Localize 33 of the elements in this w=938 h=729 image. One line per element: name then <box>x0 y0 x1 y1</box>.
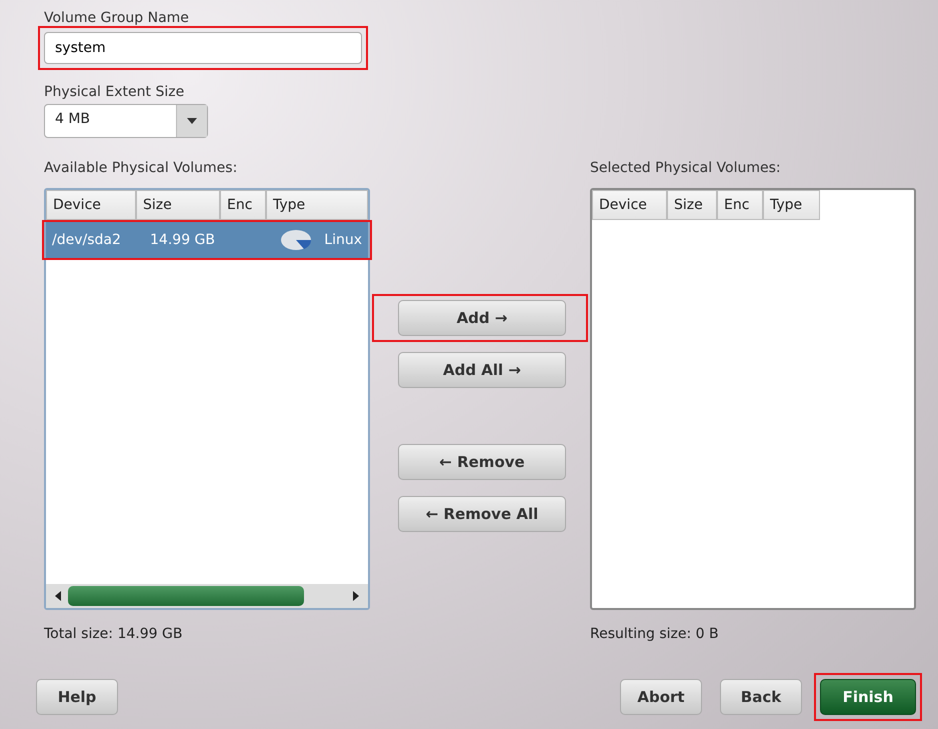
transfer-button[interactable]: ← Remove <box>398 444 566 480</box>
column-header[interactable]: Type <box>763 190 820 220</box>
column-header[interactable]: Enc <box>220 190 266 220</box>
dialog-button[interactable]: Abort <box>620 679 702 715</box>
volume-row[interactable]: /dev/sda2 14.99 GB Linux <box>46 222 368 258</box>
horizontal-scrollbar[interactable] <box>46 584 368 608</box>
disk-icon <box>280 229 312 251</box>
transfer-button[interactable]: Add → <box>398 300 566 336</box>
list-label: Selected Physical Volumes: <box>590 160 782 176</box>
scroll-right-icon[interactable] <box>352 591 360 601</box>
resulting-size-text: Resulting size: 0 B <box>590 626 720 642</box>
dialog-button[interactable]: Back <box>720 679 802 715</box>
column-header[interactable]: Enc <box>717 190 763 220</box>
column-header[interactable]: Device <box>46 190 136 220</box>
dialog-button[interactable]: Finish <box>820 679 916 715</box>
column-header[interactable]: Size <box>136 190 220 220</box>
name-input-field[interactable]: system <box>44 32 362 64</box>
column-header[interactable]: Type <box>266 190 368 220</box>
total-size-text: Total size: 14.99 GB <box>44 626 184 642</box>
table-cell-text: Linux <box>323 232 363 248</box>
field-label: Volume Group Name <box>44 10 189 26</box>
table-cell-text: 14.99 GB <box>149 232 216 248</box>
extent-size-dropdown[interactable]: 4 MB <box>44 104 208 138</box>
transfer-button[interactable]: Add All → <box>398 352 566 388</box>
transfer-button[interactable]: ← Remove All <box>398 496 566 532</box>
list-label: Available Physical Volumes: <box>44 160 238 176</box>
dialog-button[interactable]: Help <box>36 679 118 715</box>
column-header[interactable]: Size <box>667 190 717 220</box>
field-label: Physical Extent Size <box>44 84 184 100</box>
column-header[interactable]: Device <box>592 190 667 220</box>
table-cell-text: /dev/sda2 <box>51 232 122 248</box>
dropdown-arrow-icon <box>187 118 197 124</box>
scroll-left-icon[interactable] <box>54 591 62 601</box>
